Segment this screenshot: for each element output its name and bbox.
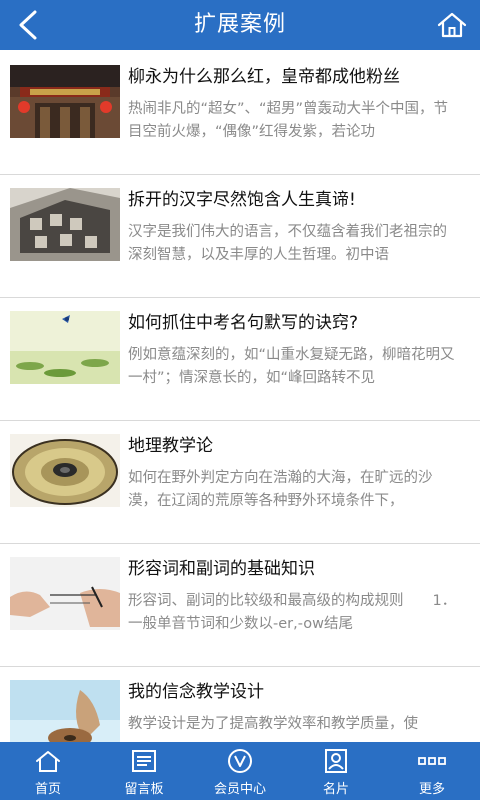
article-title: 如何抓住中考名句默写的诀窍? xyxy=(128,313,359,333)
article-thumbnail-ancient-building xyxy=(10,65,120,138)
article-list: 柳永为什么那么红，皇帝都成他粉丝 热闹非凡的“超女”、“超男”曾轰动大半个中国，… xyxy=(0,52,480,742)
article-title: 地理教学论 xyxy=(128,436,213,456)
article-title: 形容词和副词的基础知识 xyxy=(128,559,315,579)
tab-member-center[interactable]: 会员中心 xyxy=(192,742,288,800)
app-screen: 扩展案例 柳永为什么那么红，皇帝都成他粉丝 热闹非凡的“超女”、“超男”曾轰动大… xyxy=(0,0,480,800)
tab-label: 首页 xyxy=(34,782,61,797)
member-icon xyxy=(226,747,254,775)
home-icon xyxy=(34,747,62,775)
article-thumbnail-chinese-characters xyxy=(10,188,120,261)
tab-business-card[interactable]: 名片 xyxy=(288,742,384,800)
list-item[interactable]: 如何抓住中考名句默写的诀窍? 例如意蕴深刻的，如“山重水复疑无路，柳暗花明又一村… xyxy=(0,298,480,421)
article-title: 我的信念教学设计 xyxy=(128,682,264,702)
article-thumbnail-compass xyxy=(10,434,120,507)
top-bar: 扩展案例 xyxy=(0,0,480,50)
list-item[interactable]: 形容词和副词的基础知识 形容词、副词的比较级和最高级的构成规则 1．一般单音节词… xyxy=(0,544,480,667)
message-board-icon xyxy=(130,747,158,775)
business-card-icon xyxy=(322,747,350,775)
article-summary: 如何在野外判定方向在浩瀚的大海，在旷远的沙漠，在辽阔的荒原等各种野外环境条件下， xyxy=(128,470,433,509)
list-item[interactable]: 拆开的汉字尽然饱含人生真谛! 汉字是我们伟大的语言，不仅蕴含着我们老祖宗的深刻智… xyxy=(0,175,480,298)
tab-label: 会员中心 xyxy=(213,782,266,797)
list-item[interactable]: 地理教学论 如何在野外判定方向在浩瀚的大海，在旷远的沙漠，在辽阔的荒原等各种野外… xyxy=(0,421,480,544)
list-item[interactable]: 柳永为什么那么红，皇帝都成他粉丝 热闹非凡的“超女”、“超男”曾轰动大半个中国，… xyxy=(0,52,480,175)
article-summary: 教学设计是为了提高教学效率和教学质量，使 xyxy=(128,716,418,732)
article-thumbnail-handwriting xyxy=(10,557,120,630)
article-title: 拆开的汉字尽然饱含人生真谛! xyxy=(128,190,356,210)
article-summary: 形容词、副词的比较级和最高级的构成规则 1．一般单音节词和少数以-er,-ow结… xyxy=(128,593,457,632)
tab-label: 更多 xyxy=(418,782,445,797)
more-icon xyxy=(418,747,446,775)
tab-label: 名片 xyxy=(322,782,349,797)
home-button[interactable] xyxy=(432,5,472,45)
page-title: 扩展案例 xyxy=(193,12,286,37)
home-icon xyxy=(437,12,467,38)
bottom-tab-bar: 首页 留言板 会员中心 名片 更多 xyxy=(0,742,480,800)
list-item[interactable]: 我的信念教学设计 教学设计是为了提高教学效率和教学质量，使 xyxy=(0,667,480,742)
article-thumbnail-guitar xyxy=(10,680,120,742)
article-summary: 例如意蕴深刻的，如“山重水复疑无路，柳暗花明又一村”；情深意长的，如“峰回路转不… xyxy=(128,347,455,386)
tab-label: 留言板 xyxy=(124,782,164,797)
article-thumbnail-lotus-pond xyxy=(10,311,120,384)
tab-more[interactable]: 更多 xyxy=(384,742,480,800)
tab-home[interactable]: 首页 xyxy=(0,742,96,800)
article-summary: 汉字是我们伟大的语言，不仅蕴含着我们老祖宗的深刻智慧，以及丰厚的人生哲理。初中语 xyxy=(128,224,447,263)
tab-message-board[interactable]: 留言板 xyxy=(96,742,192,800)
article-summary: 热闹非凡的“超女”、“超男”曾轰动大半个中国，节目空前火爆，“偶像”红得发紫，若… xyxy=(128,101,449,140)
article-title: 柳永为什么那么红，皇帝都成他粉丝 xyxy=(128,67,400,87)
